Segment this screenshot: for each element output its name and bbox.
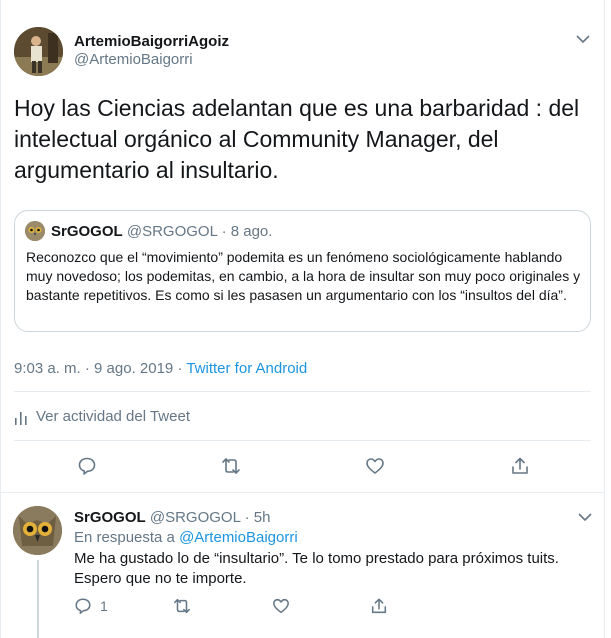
bar-chart-icon (15, 411, 27, 425)
comment-icon (78, 457, 96, 475)
reply-button[interactable]: 1 (74, 597, 108, 615)
reply-header: SrGOGOL @SRGOGOL · 5h (74, 509, 270, 526)
reply-author-name[interactable]: SrGOGOL (74, 509, 146, 526)
timestamp-text[interactable]: 9:03 a. m. · 9 ago. 2019 · (14, 360, 186, 377)
reply-author-avatar[interactable] (13, 506, 62, 555)
author-name[interactable]: ArtemioBaigorriAgoiz (74, 33, 229, 50)
quoted-author-avatar (25, 221, 45, 241)
retweet-icon (222, 458, 240, 474)
reply-time[interactable]: 5h (254, 509, 271, 526)
quoted-tweet-card[interactable]: SrGOGOL @SRGOGOL · 8 ago. Reconozco que … (14, 210, 591, 332)
quoted-date: 8 ago. (230, 223, 273, 240)
in-reply-handle-link[interactable]: @ArtemioBaigorri (179, 529, 298, 546)
reply-author-handle[interactable]: @SRGOGOL (150, 509, 241, 526)
tweet-text: Hoy las Ciencias adelantan que es una ba… (14, 95, 580, 183)
like-button[interactable] (365, 456, 385, 476)
divider (0, 492, 605, 493)
author-handle[interactable]: @ArtemioBaigorri (74, 51, 193, 68)
thread-line (37, 560, 39, 638)
divider (14, 440, 591, 441)
source-link[interactable]: Twitter for Android (186, 360, 307, 377)
reply-button[interactable] (77, 456, 97, 476)
in-reply-prefix: En respuesta a (74, 529, 180, 546)
divider (14, 391, 591, 392)
heart-icon (366, 458, 384, 474)
share-icon (371, 598, 387, 614)
author-avatar[interactable] (14, 27, 63, 76)
reply-count: 1 (100, 598, 108, 614)
quoted-separator: · (221, 223, 227, 240)
quoted-author-name: SrGOGOL (51, 223, 123, 240)
retweet-button[interactable] (172, 597, 192, 615)
reply-text-line: Me ha gustado lo de “insultario”. Te lo … (74, 550, 559, 567)
avatar-photo (14, 27, 63, 76)
quoted-author-handle: @SRGOGOL (126, 223, 218, 240)
quoted-tweet-header: SrGOGOL @SRGOGOL · 8 ago. (51, 223, 272, 240)
reply-separator: · (244, 509, 250, 526)
share-button[interactable] (370, 597, 388, 615)
activity-label: Ver actividad del Tweet (36, 408, 190, 425)
retweet-icon (174, 598, 190, 614)
chevron-down-icon[interactable] (574, 30, 592, 48)
like-button[interactable] (272, 597, 290, 615)
tweet-timestamp: 9:03 a. m. · 9 ago. 2019 · Twitter for A… (14, 360, 307, 377)
owl-avatar-icon (13, 506, 62, 555)
share-icon (512, 457, 528, 474)
share-button[interactable] (510, 456, 530, 476)
reply-text-line: Espero que no te importe. (74, 570, 247, 587)
retweet-button[interactable] (220, 456, 242, 476)
quoted-tweet-text: Reconozco que el “movimiento” podemita e… (26, 249, 581, 303)
reply-text: Me ha gustado lo de “insultario”. Te lo … (74, 549, 584, 589)
chevron-down-icon[interactable] (576, 508, 594, 526)
comment-icon (75, 598, 91, 614)
heart-icon (273, 598, 289, 614)
owl-avatar-icon (25, 221, 45, 241)
in-reply-to: En respuesta a @ArtemioBaigorri (74, 529, 298, 546)
tweet-activity-link[interactable]: Ver actividad del Tweet (14, 408, 190, 425)
